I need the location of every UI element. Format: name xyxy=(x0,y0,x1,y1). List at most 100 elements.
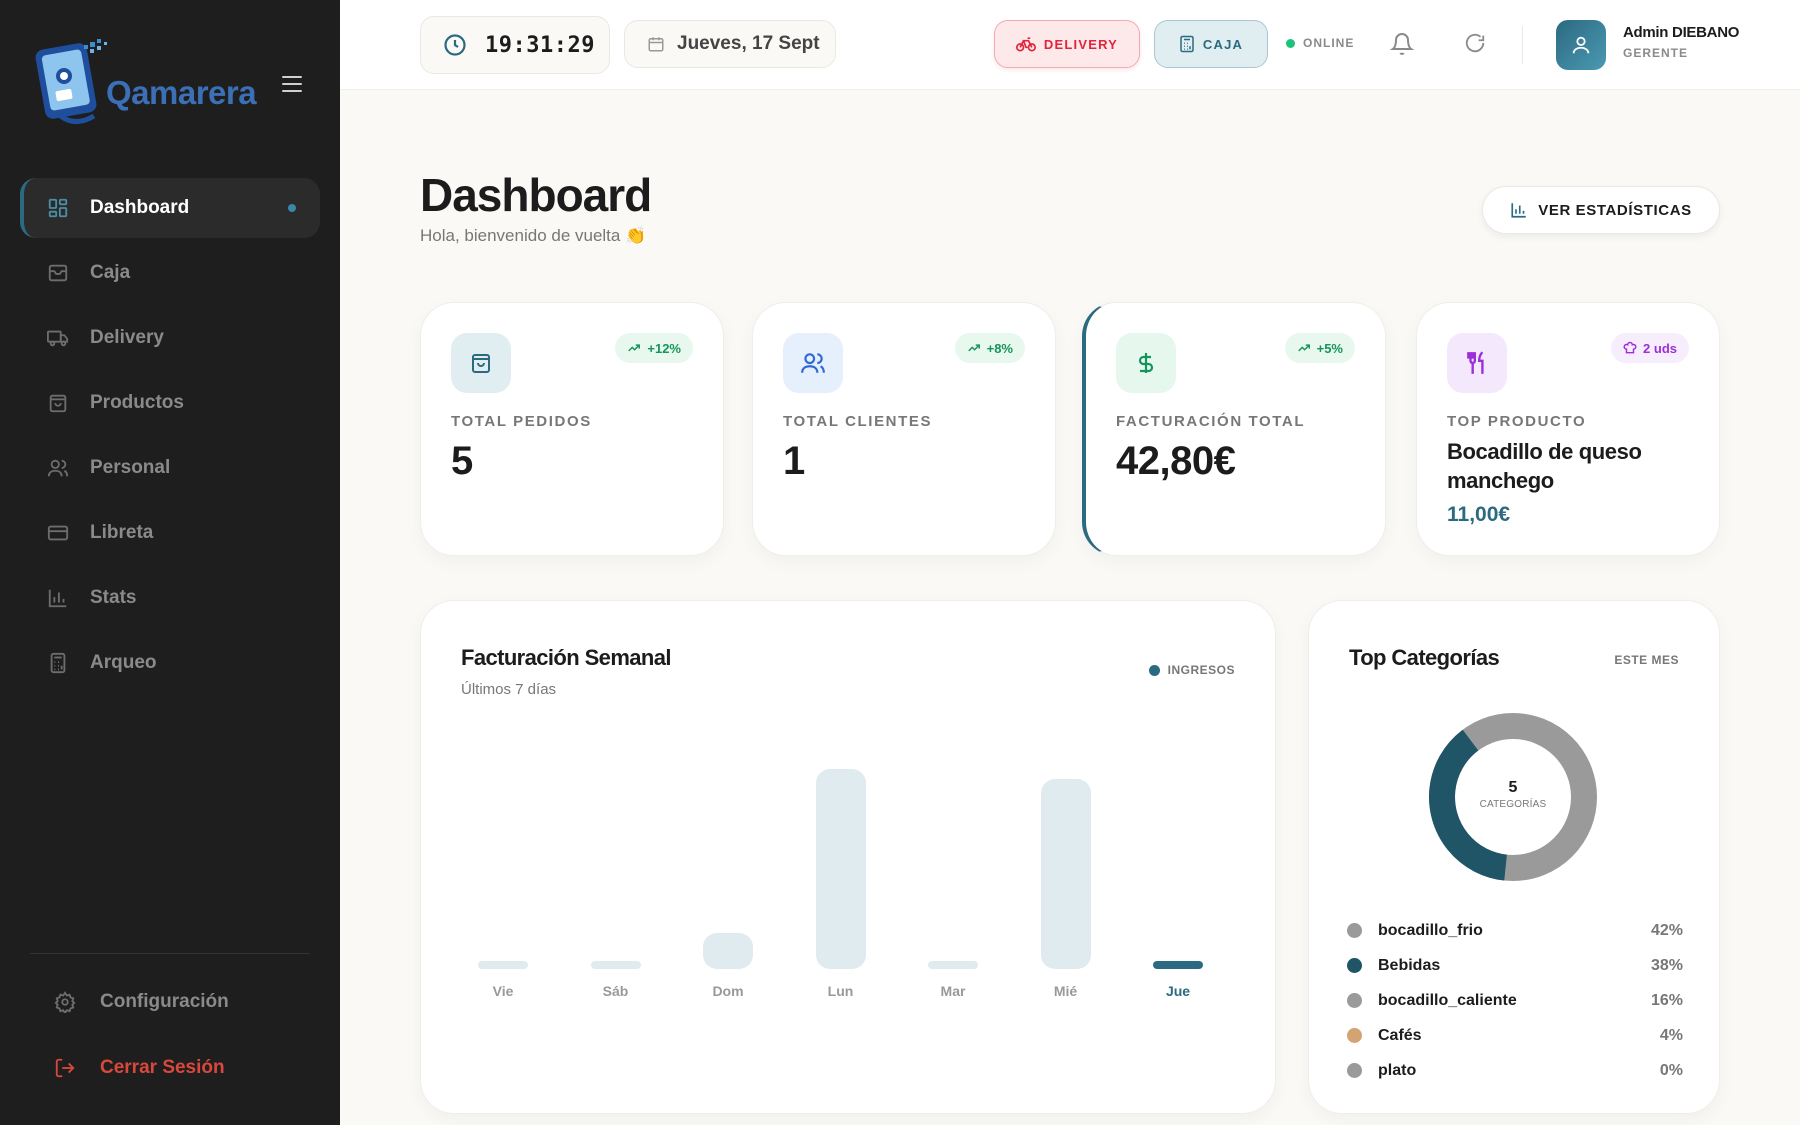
panel-title: Top Categorías xyxy=(1349,645,1500,670)
chart-bar-dom[interactable] xyxy=(703,933,753,969)
chart-bar-vie[interactable] xyxy=(478,961,528,969)
kpi-card-clients[interactable]: +8% TOTAL CLIENTES 1 xyxy=(752,302,1056,556)
sidebar-item-label: Delivery xyxy=(90,327,164,348)
trend-value: +5% xyxy=(1316,340,1343,356)
page-title: Dashboard xyxy=(420,169,652,221)
sidebar-item-caja[interactable]: Caja xyxy=(20,243,320,303)
user-role: GERENTE xyxy=(1623,46,1689,60)
list-item: Cafés 4% xyxy=(1347,1018,1683,1053)
sidebar-item-stats[interactable]: Stats xyxy=(20,568,320,628)
bicycle-icon xyxy=(1015,37,1036,52)
settings-button[interactable]: Configuración xyxy=(54,982,229,1022)
chart-bar-mar[interactable] xyxy=(928,961,978,969)
trend-badge: +12% xyxy=(615,333,693,363)
users-icon xyxy=(783,333,843,393)
sidebar-divider xyxy=(30,953,310,954)
user-icon xyxy=(1572,36,1590,54)
chart-tick-label: Mié xyxy=(1053,983,1078,999)
topbar-divider xyxy=(1522,26,1523,64)
sidebar-item-personal[interactable]: Personal xyxy=(20,438,320,498)
menu-toggle-icon[interactable] xyxy=(282,76,302,94)
bar-chart-icon xyxy=(46,586,70,610)
dollar-icon xyxy=(1116,333,1176,393)
avatar[interactable] xyxy=(1556,20,1606,70)
trend-badge: +8% xyxy=(954,333,1025,363)
app-logo[interactable]: Qamarera xyxy=(34,36,264,136)
sidebar-item-label: Caja xyxy=(90,262,131,283)
trend-badge: +5% xyxy=(1284,333,1355,363)
refresh-icon[interactable] xyxy=(1464,32,1488,56)
category-count-label: CATEGORÍAS xyxy=(1479,799,1547,810)
chef-hat-icon xyxy=(1623,341,1637,354)
shopping-bag-icon xyxy=(451,333,511,393)
category-name: bocadillo_caliente xyxy=(1378,991,1517,1009)
weekly-revenue-panel: Facturación Semanal Últimos 7 días INGRE… xyxy=(420,600,1276,1114)
app-name: Qamarera xyxy=(106,74,257,111)
sidebar-item-label: Stats xyxy=(90,587,137,608)
period-selector[interactable]: ESTE MES xyxy=(1614,653,1679,667)
sidebar-item-arqueo[interactable]: Arqueo xyxy=(20,633,320,693)
trend-up-icon xyxy=(967,344,980,352)
user-name: Admin DIEBANO xyxy=(1623,24,1740,41)
list-item: Bebidas 38% xyxy=(1347,948,1683,983)
sidebar-item-dashboard[interactable]: Dashboard xyxy=(20,178,320,238)
chart-tick-label: Sáb xyxy=(602,983,629,999)
category-percent: 16% xyxy=(1650,991,1683,1009)
sidebar: Qamarera Dashboard Caja Delivery Product… xyxy=(0,0,340,1125)
category-percent: 0% xyxy=(1659,1061,1683,1079)
category-percent: 42% xyxy=(1650,921,1683,939)
sidebar-item-libreta[interactable]: Libreta xyxy=(20,503,320,563)
list-item: bocadillo_frio 42% xyxy=(1347,913,1683,948)
settings-label: Configuración xyxy=(100,991,229,1012)
topbar: 19:31:29 Jueves, 17 Sept DELIVERY CAJA O… xyxy=(340,0,1800,90)
category-percent: 4% xyxy=(1659,1026,1683,1044)
sidebar-item-label: Productos xyxy=(90,392,184,413)
sidebar-item-productos[interactable]: Productos xyxy=(20,373,320,433)
page-subtitle: Hola, bienvenido de vuelta 👏 xyxy=(420,226,647,245)
shopping-bag-icon xyxy=(46,391,70,415)
chart-tick-label: Mar xyxy=(940,983,966,999)
category-count: 5 xyxy=(1508,779,1518,796)
sidebar-item-delivery[interactable]: Delivery xyxy=(20,308,320,368)
kpi-label: TOP PRODUCTO xyxy=(1447,413,1587,430)
bar-chart-icon xyxy=(1511,203,1526,218)
caja-button[interactable]: CAJA xyxy=(1154,20,1268,68)
sidebar-item-label: Libreta xyxy=(90,522,154,543)
category-name: Cafés xyxy=(1378,1026,1422,1044)
online-status: ONLINE xyxy=(1286,36,1354,50)
date-widget: Jueves, 17 Sept xyxy=(624,20,836,68)
caja-label: CAJA xyxy=(1202,36,1244,52)
credit-card-icon xyxy=(46,521,70,545)
delivery-button[interactable]: DELIVERY xyxy=(994,20,1140,68)
dashboard-grid-icon xyxy=(46,196,70,220)
category-list: bocadillo_frio 42% Bebidas 38% bocadillo… xyxy=(1347,913,1683,1088)
trend-value: +12% xyxy=(647,340,681,356)
truck-icon xyxy=(46,326,70,350)
sidebar-item-label: Personal xyxy=(90,457,171,478)
kpi-card-orders[interactable]: +12% TOTAL PEDIDOS 5 xyxy=(420,302,724,556)
kpi-card-revenue[interactable]: +5% FACTURACIÓN TOTAL 42,80€ xyxy=(1082,302,1386,556)
clock-widget: 19:31:29 xyxy=(420,16,610,74)
category-color-dot xyxy=(1347,993,1362,1008)
logout-icon xyxy=(54,1056,78,1080)
kpi-label: TOTAL PEDIDOS xyxy=(451,413,592,430)
trend-value: +8% xyxy=(986,340,1013,356)
chart-bar-lun[interactable] xyxy=(815,769,866,969)
list-item: plato 0% xyxy=(1347,1053,1683,1088)
kpi-label: FACTURACIÓN TOTAL xyxy=(1116,413,1306,430)
category-name: plato xyxy=(1378,1061,1417,1079)
chart-bar-sáb[interactable] xyxy=(590,961,641,969)
clock-icon xyxy=(444,34,466,56)
trend-up-icon xyxy=(1297,344,1310,352)
bell-icon[interactable] xyxy=(1389,32,1415,56)
donut-center: 5 CATEGORÍAS xyxy=(1429,779,1597,810)
chart-bar-jue[interactable] xyxy=(1153,961,1203,969)
kpi-value: 5 xyxy=(451,439,473,483)
logout-label: Cerrar Sesión xyxy=(100,1057,225,1078)
chart-bar-mié[interactable] xyxy=(1040,779,1091,969)
view-stats-button[interactable]: VER ESTADÍSTICAS xyxy=(1482,186,1720,234)
kpi-card-top-product[interactable]: 2 uds TOP PRODUCTO Bocadillo de queso ma… xyxy=(1416,302,1720,556)
sidebar-item-label: Arqueo xyxy=(90,652,157,673)
logout-button[interactable]: Cerrar Sesión xyxy=(54,1048,225,1088)
list-item: bocadillo_caliente 16% xyxy=(1347,983,1683,1018)
